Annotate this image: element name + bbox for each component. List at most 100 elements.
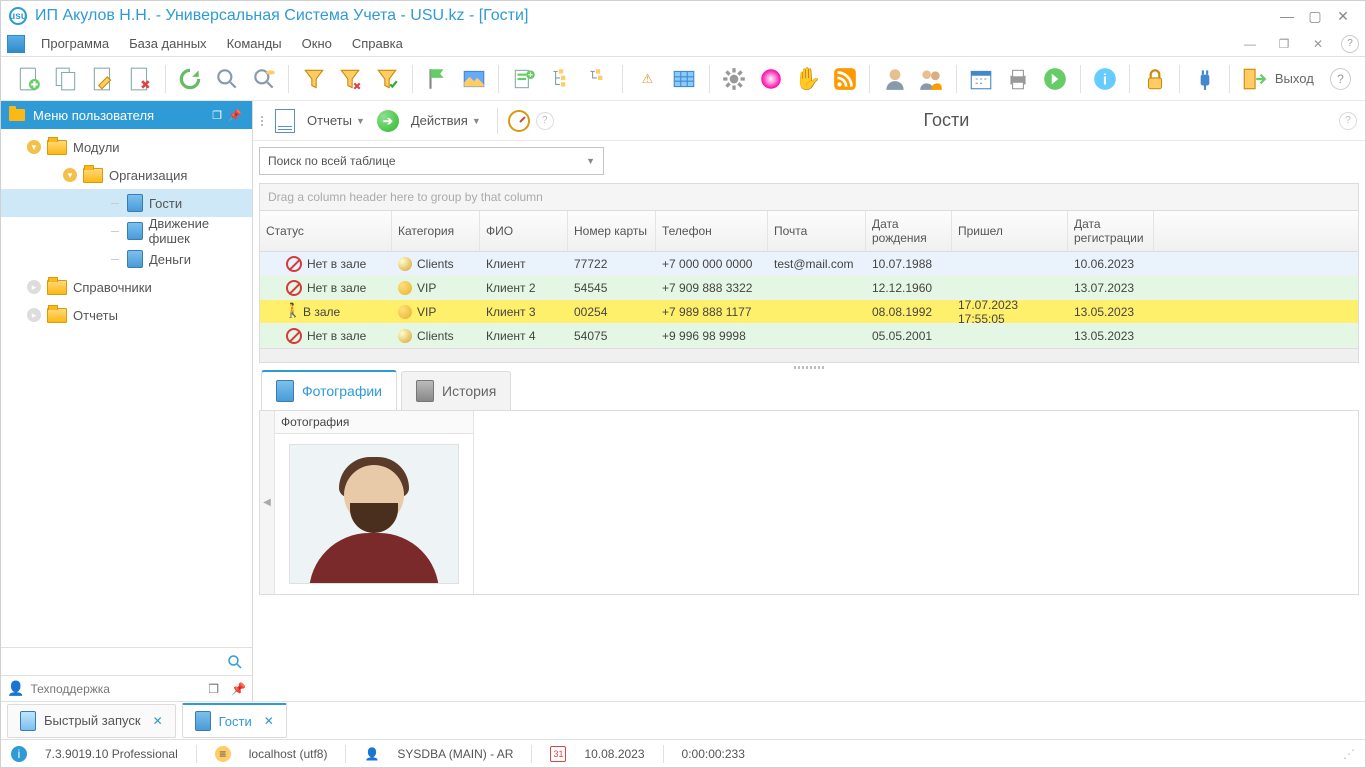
edit-doc-icon[interactable] [89,64,118,94]
plug-icon[interactable] [1190,64,1219,94]
tree-chips[interactable]: Движение фишек [1,217,252,245]
tree-collapse-icon[interactable] [583,64,612,94]
col-mail[interactable]: Почта [768,211,866,251]
search-icon[interactable] [226,653,244,671]
sidebar-footer [1,647,252,675]
menu-program[interactable]: Программа [37,34,113,53]
menu-help[interactable]: Справка [348,34,407,53]
table-row[interactable]: Нет в залеClientsКлиент77722+7 000 000 0… [260,252,1358,276]
tab-close-icon[interactable]: ✕ [153,714,163,728]
table-row[interactable]: В залеVIPКлиент 300254+7 989 888 117708.… [260,300,1358,324]
copy-doc-icon[interactable] [52,64,81,94]
main-area: Отчеты▼ ➔ Действия▼ ? Гости ? Поиск по в… [253,101,1365,701]
mdi-help-icon[interactable]: ? [1341,35,1359,53]
info-icon[interactable]: i [1090,64,1119,94]
col-dob[interactable]: Дата рождения [866,211,952,251]
support-panel[interactable]: 👤 Техподдержка ❐ 📌 [1,675,252,701]
user-icon[interactable] [880,64,909,94]
col-reg[interactable]: Дата регистрации [1068,211,1154,251]
tree-organization[interactable]: ▾Организация [1,161,252,189]
refresh-icon[interactable] [175,64,204,94]
photo-thumbnail [289,444,459,584]
minimize-button[interactable]: — [1273,4,1301,28]
tab-photos[interactable]: Фотографии [261,370,397,410]
gear-icon[interactable] [720,64,749,94]
col-fio[interactable]: ФИО [480,211,568,251]
help-icon[interactable]: ? [1330,68,1351,90]
menu-commands[interactable]: Команды [223,34,286,53]
search-db-icon[interactable] [249,64,278,94]
panel-help-icon[interactable]: ? [1339,112,1357,130]
col-phone[interactable]: Телефон [656,211,768,251]
table-row[interactable]: Нет в залеClientsКлиент 454075+9 996 98 … [260,324,1358,348]
mdi-minimize-button[interactable]: — [1239,33,1261,55]
reports-dropdown[interactable]: Отчеты▼ [301,110,371,131]
flag-icon[interactable] [423,64,452,94]
menu-window[interactable]: Окно [298,34,336,53]
folder-icon [47,140,67,155]
tab-close-icon[interactable]: ✕ [264,714,274,728]
tree-reports[interactable]: ▸Отчеты [1,301,252,329]
grid-scrollbar[interactable] [260,348,1358,362]
delete-doc-icon[interactable] [126,64,155,94]
photo-cell[interactable] [275,434,473,594]
col-came[interactable]: Пришел [952,211,1068,251]
tree-modules[interactable]: ▾Модули [1,133,252,161]
status-out-icon [286,256,302,272]
grid-icon[interactable] [670,64,699,94]
color-icon[interactable] [757,64,786,94]
splitter[interactable] [259,363,1359,371]
photo-prev-button[interactable]: ◀ [260,411,274,594]
sidebar-restore-button[interactable]: ❐ [208,106,226,124]
toolbar-help-icon[interactable]: ? [536,112,554,130]
users-icon[interactable] [917,64,946,94]
col-category[interactable]: Категория [392,211,480,251]
col-status[interactable]: Статус [260,211,392,251]
mdi-close-button[interactable]: ✕ [1307,33,1329,55]
book-icon [416,380,434,402]
tree-money[interactable]: Деньги [1,245,252,273]
mdi-restore-button[interactable]: ❐ [1273,33,1295,55]
tab-label: История [442,383,496,399]
tree-label: Деньги [149,252,191,267]
form-add-icon[interactable] [509,64,538,94]
filter-icon[interactable] [299,64,328,94]
connection-label: localhost (utf8) [249,747,328,761]
actions-dropdown[interactable]: Действия▼ [405,110,487,131]
panel-restore-button[interactable]: ❐ [208,682,219,696]
menu-database[interactable]: База данных [125,34,210,53]
new-doc-icon[interactable] [15,64,44,94]
panel-pin-button[interactable]: 📌 [231,682,246,696]
clock-icon[interactable] [508,110,530,132]
rss-icon[interactable] [830,64,859,94]
group-by-bar[interactable]: Drag a column header here to group by th… [259,183,1359,211]
filter-remove-icon[interactable] [336,64,365,94]
exit-icon[interactable] [1240,64,1269,94]
calendar-icon[interactable] [967,64,996,94]
folder-icon [83,168,103,183]
search-combo[interactable]: Поиск по всей таблице ▼ [259,147,604,175]
date-label: 10.08.2023 [584,747,644,761]
info-icon: i [11,746,27,762]
tree-directories[interactable]: ▸Справочники [1,273,252,301]
maximize-button[interactable]: ▢ [1301,4,1329,28]
print-icon[interactable] [1004,64,1033,94]
hand-icon[interactable]: ✋ [793,64,822,94]
tab-history[interactable]: История [401,371,511,410]
warning-icon[interactable]: ⚠ [633,64,662,94]
filter-ok-icon[interactable] [373,64,402,94]
tree-guests[interactable]: Гости [1,189,252,217]
sidebar-pin-button[interactable]: 📌 [226,106,244,124]
table-row[interactable]: Нет в залеVIPКлиент 254545+7 909 888 332… [260,276,1358,300]
forward-icon[interactable] [1041,64,1070,94]
tab-quick-launch[interactable]: Быстрый запуск ✕ [7,704,176,738]
col-card[interactable]: Номер карты [568,211,656,251]
close-button[interactable]: ✕ [1329,4,1357,28]
resize-grip-icon[interactable]: ⋰ [1343,747,1355,761]
tree-expand-icon[interactable] [546,64,575,94]
lock-icon[interactable] [1140,64,1169,94]
actions-label: Действия [411,113,468,128]
picture-icon[interactable] [460,64,489,94]
search-icon[interactable] [212,64,241,94]
tab-guests[interactable]: Гости ✕ [182,703,287,738]
